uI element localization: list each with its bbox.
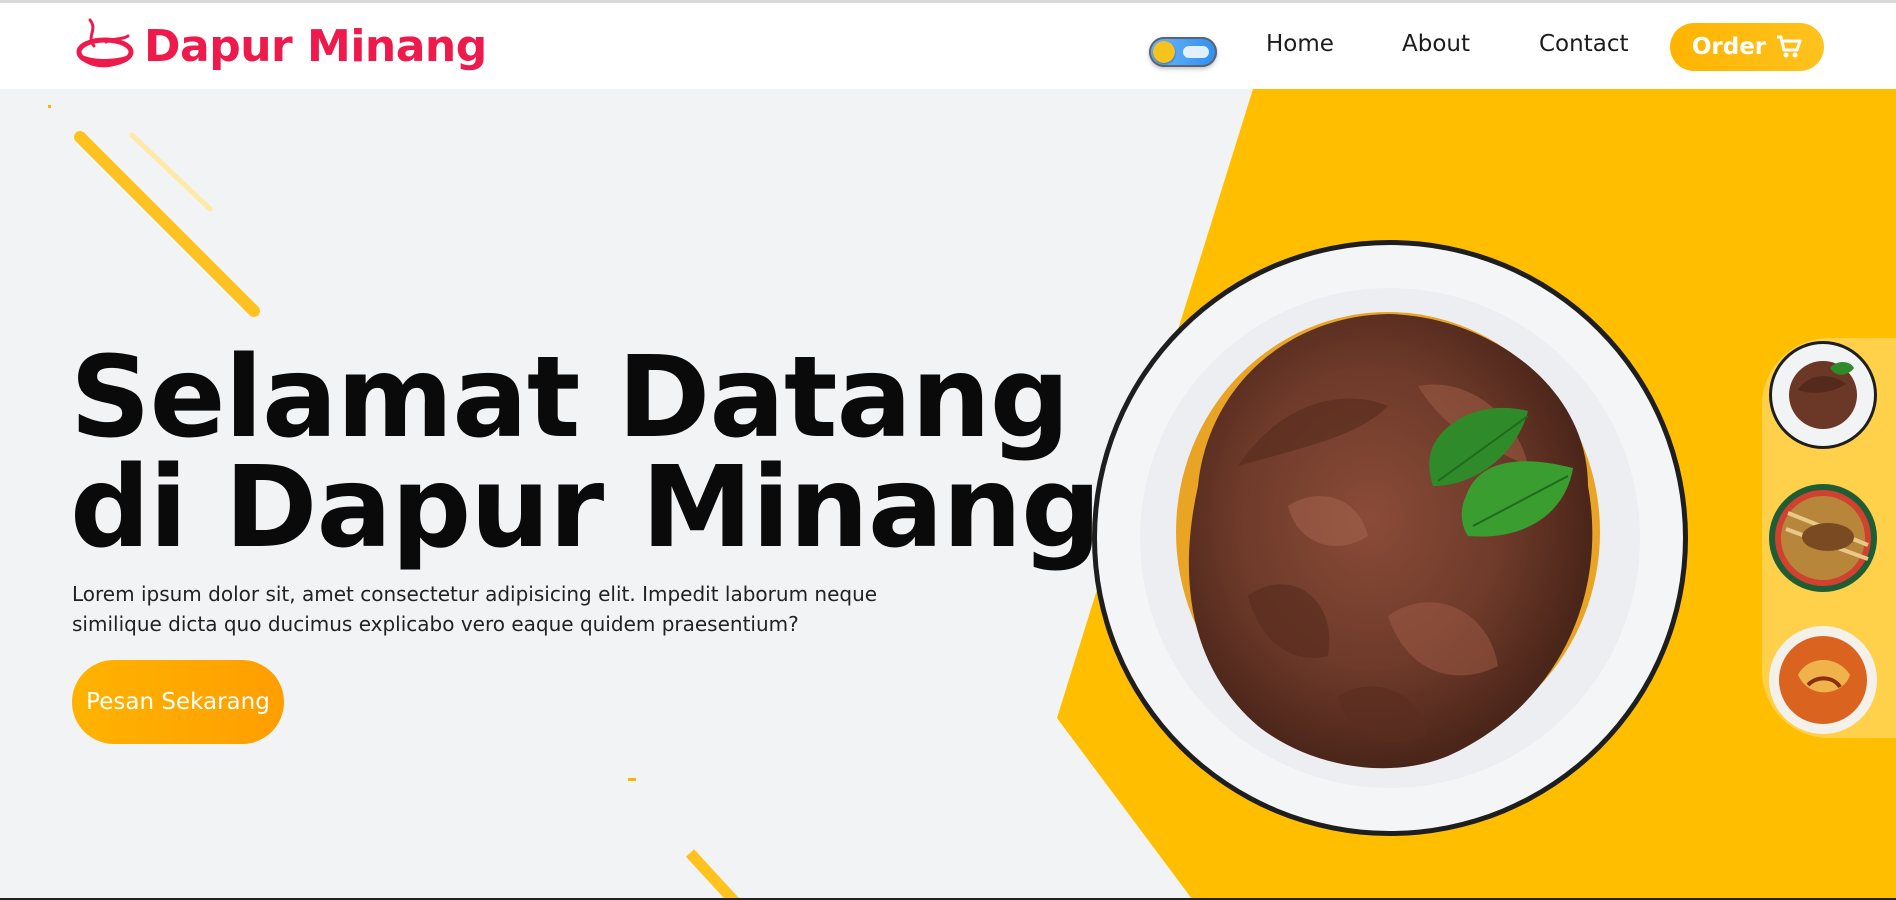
cart-icon: [1777, 35, 1802, 58]
site-header: Dapur Minang Home About Contact Order: [0, 3, 1896, 89]
decor-dot: [48, 105, 51, 108]
hero-title-line-1: Selamat Datang: [70, 333, 1070, 463]
sun-icon: [1153, 41, 1175, 63]
theme-toggle[interactable]: [1149, 37, 1217, 67]
nav-link-about[interactable]: About: [1402, 31, 1470, 57]
order-button-label: Order: [1691, 34, 1767, 60]
sate-thumbnail[interactable]: [1768, 483, 1878, 593]
decor-stripe-top: [74, 131, 260, 317]
brand-name: Dapur Minang: [144, 20, 487, 72]
cloud-icon: [1183, 46, 1209, 58]
landing-page: Dapur Minang Home About Contact Order Se…: [0, 0, 1896, 900]
rendang-plate-image: [1092, 240, 1688, 836]
brand-link[interactable]: Dapur Minang: [72, 17, 487, 75]
rendang-thumbnail[interactable]: [1768, 340, 1878, 450]
decor-dot: [628, 778, 636, 781]
gulai-thumbnail[interactable]: [1768, 625, 1878, 735]
hero-description: Lorem ipsum dolor sit, amet consectetur …: [72, 582, 878, 636]
hero-title: Selamat Datang di Dapur Minang: [70, 333, 1101, 573]
nav-link-contact[interactable]: Contact: [1539, 31, 1628, 57]
order-now-label: Pesan Sekarang: [86, 689, 270, 715]
hero-title-line-2: di Dapur Minang: [70, 443, 1101, 573]
order-now-button[interactable]: Pesan Sekarang: [72, 660, 284, 744]
nav-link-home[interactable]: Home: [1266, 31, 1334, 57]
order-button[interactable]: Order: [1670, 23, 1824, 71]
bowl-steam-logo-icon: [76, 18, 134, 68]
decor-stripe-bottom: [685, 849, 741, 900]
